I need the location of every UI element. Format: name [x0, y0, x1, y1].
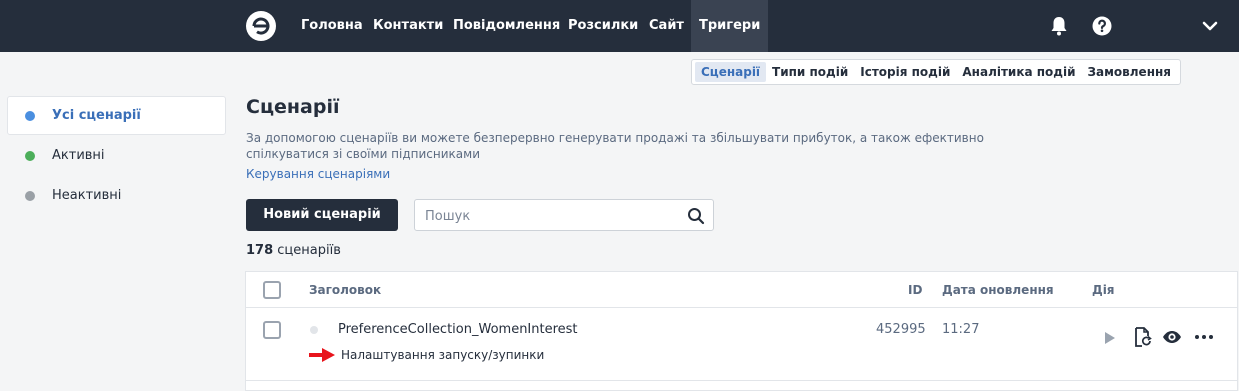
search-input[interactable] — [425, 206, 675, 226]
select-all-checkbox[interactable] — [263, 281, 281, 299]
status-dot-icon — [25, 151, 35, 161]
sidebar-item-inactive[interactable]: Неактивні — [7, 176, 226, 215]
column-id[interactable]: ID — [908, 283, 922, 297]
sidebar-item-active[interactable]: Активні — [7, 136, 226, 175]
manage-scenarios-link[interactable]: Керування сценаріями — [246, 167, 390, 181]
nav-home[interactable]: Головна — [301, 0, 363, 52]
tab-event-analytics[interactable]: Аналітика подій — [956, 62, 1081, 82]
tab-event-history[interactable]: Історія подій — [854, 62, 956, 82]
new-scenario-button[interactable]: Новий сценарій — [246, 199, 398, 231]
sidebar-item-label: Неактивні — [52, 188, 122, 203]
column-title[interactable]: Заголовок — [309, 283, 381, 297]
document-refresh-icon[interactable] — [1131, 326, 1153, 348]
status-dot-icon — [25, 191, 35, 201]
nav-site[interactable]: Сайт — [649, 0, 684, 52]
red-arrow-icon — [309, 348, 335, 362]
table-row[interactable]: PreferenceCollection_WomenInterest 45299… — [246, 309, 1237, 381]
scenario-title-link[interactable]: PreferenceCollection_WomenInterest — [338, 322, 578, 337]
scenario-count-label: сценаріїв — [277, 243, 341, 258]
status-dot-icon — [25, 111, 35, 121]
more-options-icon[interactable] — [1193, 326, 1215, 348]
tab-orders[interactable]: Замовлення — [1082, 62, 1177, 82]
status-dot-icon — [310, 326, 318, 334]
eye-icon[interactable] — [1161, 326, 1183, 348]
row-checkbox[interactable] — [263, 321, 281, 339]
launch-settings-note: Налаштування запуску/зупинки — [341, 348, 545, 362]
search-icon[interactable] — [687, 207, 705, 225]
nav-messages[interactable]: Повідомлення — [453, 0, 560, 52]
sidebar-item-all[interactable]: Усі сценарії — [7, 96, 226, 135]
scenario-filter-sidebar: Усі сценарії Активні Неактивні — [7, 96, 226, 215]
page-description: За допомогою сценаріїв ви можете безпере… — [246, 131, 984, 161]
search-box — [414, 199, 714, 231]
scenarios-table: Заголовок ID Дата оновлення Дія Preferen… — [245, 271, 1238, 391]
sidebar-item-label: Усі сценарії — [52, 108, 141, 123]
logo-icon[interactable] — [245, 10, 277, 42]
tab-scenarios[interactable]: Сценарії — [695, 62, 767, 82]
help-icon[interactable] — [1090, 14, 1114, 38]
tab-event-types[interactable]: Типи подій — [766, 62, 854, 82]
sidebar-item-label: Активні — [52, 148, 105, 163]
bell-icon[interactable] — [1047, 14, 1071, 38]
column-updated[interactable]: Дата оновлення — [942, 283, 1054, 297]
triggers-subnav: Сценарії Типи подій Історія подій Аналіт… — [691, 59, 1181, 85]
play-icon[interactable] — [1098, 327, 1120, 349]
scenario-count-number: 178 — [246, 243, 274, 258]
table-header: Заголовок ID Дата оновлення Дія — [246, 272, 1237, 308]
scenario-updated: 11:27 — [942, 322, 980, 337]
nav-triggers[interactable]: Тригери — [691, 0, 769, 52]
page-title: Сценарії — [246, 96, 340, 118]
top-navigation-bar: Головна Контакти Повідомлення Розсилки С… — [0, 0, 1239, 52]
scenario-count: 178 сценаріїв — [246, 243, 341, 258]
scenario-id: 452995 — [876, 322, 926, 337]
nav-campaigns[interactable]: Розсилки — [568, 0, 638, 52]
column-action: Дія — [1092, 283, 1115, 297]
chevron-down-icon[interactable] — [1198, 14, 1222, 38]
nav-contacts[interactable]: Контакти — [373, 0, 443, 52]
